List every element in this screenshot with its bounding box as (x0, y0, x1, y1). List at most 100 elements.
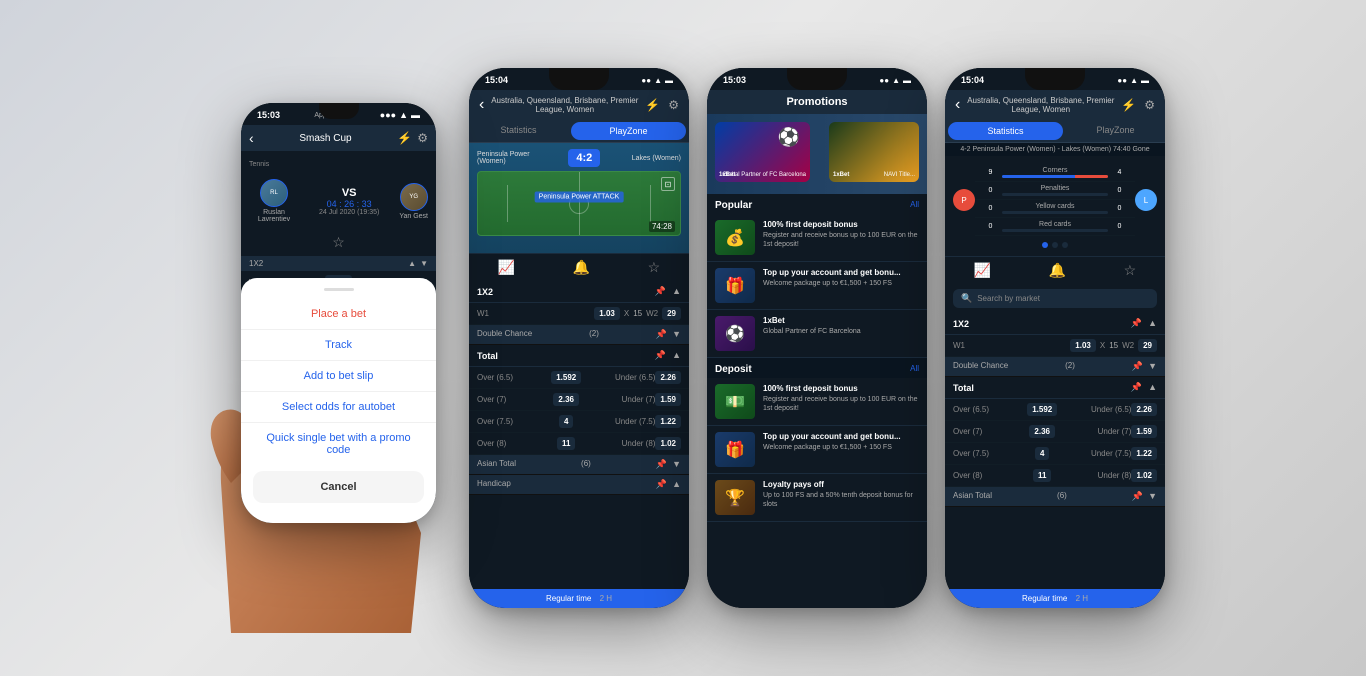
phone4-overval-1[interactable]: 2.36 (1029, 425, 1055, 438)
phone4-asian-chevron[interactable]: ▼ (1148, 491, 1157, 502)
phone4-total-chevron[interactable]: ▲ (1148, 382, 1157, 393)
phone4-underval-3[interactable]: 1.02 (1131, 469, 1157, 482)
phone1-gear-icon[interactable]: ⚙ (417, 131, 428, 145)
phone2-footer[interactable]: Regular time 2 H (469, 589, 689, 608)
phone4-underval-0[interactable]: 2.26 (1131, 403, 1157, 416)
phone2-handicap-icons: 📌 ▲ (656, 479, 681, 490)
phone4-underval-2[interactable]: 1.22 (1131, 447, 1157, 460)
phone4-footer-label: Regular time (1022, 594, 1067, 603)
phone4-total-header: Total 📌 ▲ (945, 377, 1165, 399)
phone4-pin-icon: 📌 (1131, 318, 1142, 329)
phone4-penalties-right: 0 (1112, 187, 1127, 194)
phone4-red-label: Red cards (1039, 221, 1071, 228)
phone1-vs: VS (319, 187, 379, 199)
phone2-underval-3[interactable]: 1.02 (655, 437, 681, 450)
phone2-overval-3[interactable]: 11 (557, 437, 575, 450)
phone4-search[interactable]: 🔍 Search by market (953, 289, 1157, 308)
phone2-total-chevron[interactable]: ▲ (672, 350, 681, 361)
phone4-overval-2[interactable]: 4 (1035, 447, 1049, 460)
phone4-nav-bell[interactable]: 🔔 (1049, 262, 1066, 279)
phone2-overval-1[interactable]: 2.36 (553, 393, 579, 406)
phone2-under-2: Under (7.5) (573, 417, 655, 426)
phone2-bottom-nav: 📈 🔔 ☆ (469, 253, 689, 281)
phone4-dots (945, 239, 1165, 251)
phone2-handicap-chevron[interactable]: ▲ (672, 479, 681, 490)
phone4-overval-3[interactable]: 11 (1033, 469, 1051, 482)
phone4-dc-chevron[interactable]: ▼ (1148, 361, 1157, 372)
phone2-x-label: X (624, 309, 629, 318)
phone4-w2-val[interactable]: 29 (1138, 339, 1157, 352)
phone4-overval-0[interactable]: 1.592 (1027, 403, 1057, 416)
phone3-popular-text-2: 1xBet Global Partner of FC Barcelona (763, 316, 919, 336)
phone4-team-logos-row: P 9 Corners 4 (945, 161, 1165, 239)
phone2-overval-2[interactable]: 4 (559, 415, 573, 428)
phone2-score-area: Peninsula Power (Women) 4:2 Lakes (Women… (469, 143, 689, 253)
phone2-dc-chevron[interactable]: ▼ (672, 329, 681, 340)
phone2-bolt-icon: ⚡ (645, 98, 660, 112)
phone4-stat-rows: 9 Corners 4 0 (975, 164, 1135, 236)
phone4-w2: W2 (1122, 341, 1134, 350)
phone4-chevron-up[interactable]: ▲ (1148, 318, 1157, 329)
phone4-search-placeholder: Search by market (977, 294, 1040, 303)
phone4-corners-bar-right (1075, 175, 1108, 178)
phone2-gear-icon[interactable]: ⚙ (668, 98, 679, 112)
phone3-popular-title-2: 1xBet (763, 316, 919, 325)
phone1-track[interactable]: Track (241, 330, 436, 361)
phone1-cancel[interactable]: Cancel (253, 471, 424, 503)
phone3-battery: ▬ (903, 76, 911, 85)
phone4-corners-center: Corners (1002, 167, 1108, 178)
phone2-over-2: Over (7.5) (477, 417, 559, 426)
phone-2: 15:04 App Store ●● ▲ ▬ ‹ Australia, Quee… (469, 68, 689, 608)
phone3-navi-sub: NAVI Title... (884, 172, 915, 178)
phone3-deposit-icon-1: 🎁 (715, 432, 755, 467)
phone2-tab-playzone[interactable]: PlayZone (571, 122, 686, 140)
phone3-popular-all[interactable]: All (910, 200, 919, 211)
phone2-w2-label: W2 (646, 309, 658, 318)
replay-icon[interactable]: ⊡ (661, 177, 675, 191)
phone2-under-0: Under (6.5) (581, 373, 655, 382)
phone4-notch (1025, 68, 1085, 90)
phone4-under-0: Under (6.5) (1057, 405, 1131, 414)
phone4-total-title: Total (953, 383, 974, 393)
phone4-footer[interactable]: Regular time 2 H (945, 589, 1165, 608)
phone4-gear-icon[interactable]: ⚙ (1144, 98, 1155, 112)
phone2-dc-icons: 📌 ▼ (656, 329, 681, 340)
phone3-deposit-all[interactable]: All (910, 364, 919, 375)
phone2-asian-chevron[interactable]: ▼ (672, 459, 681, 470)
phone2-nav-bell[interactable]: 🔔 (573, 259, 590, 276)
phone2-asian-row: Asian Total (6) 📌 ▼ (469, 455, 689, 475)
phone2-overval-0[interactable]: 1.592 (551, 371, 581, 384)
phone2-nav-star[interactable]: ☆ (648, 259, 661, 276)
phone4-nav-chart[interactable]: 📈 (974, 262, 991, 279)
phone2-asian-icons: 📌 ▼ (656, 459, 681, 470)
phone2-tab-statistics[interactable]: Statistics (469, 120, 568, 142)
phone2-w2-val[interactable]: 29 (662, 307, 681, 320)
phone1-player2-col: YG Yan Gest (399, 183, 428, 220)
phone4-w1-val[interactable]: 1.03 (1070, 339, 1096, 352)
phone4-tab-playzone[interactable]: PlayZone (1066, 120, 1165, 142)
phone2-underval-1[interactable]: 1.59 (655, 393, 681, 406)
phone1-add-slip[interactable]: Add to bet slip (241, 361, 436, 392)
phone4-over-3: Over (8) (953, 471, 1033, 480)
phone4-stat-penalties: 0 Penalties 0 (975, 182, 1135, 200)
phone1-place-bet[interactable]: Place a bet (241, 299, 436, 330)
phone2-nav-chart[interactable]: 📈 (498, 259, 515, 276)
phone1-star-icon[interactable]: ☆ (332, 234, 345, 251)
phone2-x-val: 15 (633, 309, 642, 318)
phone4-bottom-nav: 📈 🔔 ☆ (945, 256, 1165, 284)
phone2-w1-val[interactable]: 1.03 (594, 307, 620, 320)
phone2-chevron-up-icon[interactable]: ▲ (672, 286, 681, 297)
left-penalty-box (478, 185, 508, 223)
phone4-underval-1[interactable]: 1.59 (1131, 425, 1157, 438)
phone1-sheet-handle (324, 288, 354, 291)
phone1-promo-code[interactable]: Quick single bet with a promo code (241, 423, 436, 465)
phone4-total-icons: 📌 ▲ (1131, 382, 1157, 393)
phone1-back-btn[interactable]: ‹ (249, 130, 254, 146)
phone2-underval-2[interactable]: 1.22 (655, 415, 681, 428)
phone3-deposit-label: Deposit (715, 364, 752, 375)
phone4-tab-statistics[interactable]: Statistics (948, 122, 1063, 140)
phone4-nav-star[interactable]: ☆ (1124, 262, 1137, 279)
phone2-underval-0[interactable]: 2.26 (655, 371, 681, 384)
phone1-action-sheet: Place a bet Track Add to bet slip Select… (241, 278, 436, 523)
phone1-autobet[interactable]: Select odds for autobet (241, 392, 436, 423)
